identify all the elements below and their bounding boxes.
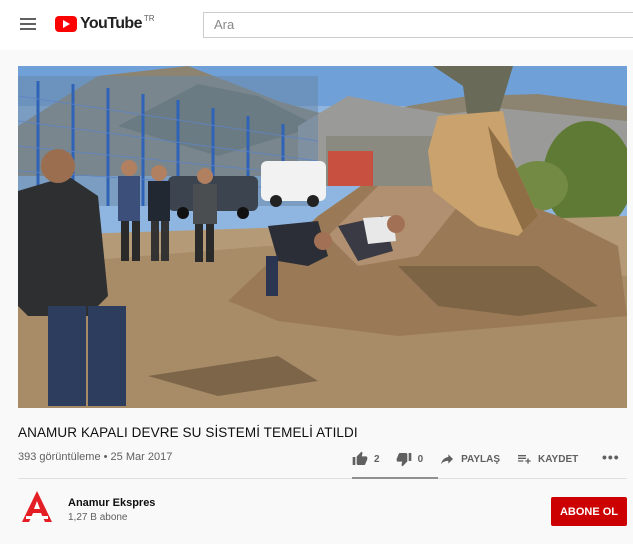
subscribe-button[interactable]: ABONE OL: [551, 497, 627, 526]
search-input[interactable]: Ara: [203, 12, 633, 38]
save-label: KAYDET: [538, 453, 579, 465]
channel-avatar[interactable]: [20, 490, 54, 524]
save-button[interactable]: KAYDET: [516, 451, 578, 467]
dislike-count: 0: [417, 453, 424, 465]
logo-text: YouTube: [80, 15, 142, 32]
top-bar: YouTube TR Ara: [0, 0, 633, 50]
video-meta: 393 görüntüleme • 25 Mar 2017: [18, 451, 172, 463]
hamburger-menu-icon[interactable]: [20, 17, 36, 31]
channel-name[interactable]: Anamur Ekspres: [68, 497, 155, 509]
share-button[interactable]: PAYLAŞ: [439, 451, 500, 467]
view-count: 393 görüntüleme: [18, 451, 101, 463]
like-count: 2: [374, 453, 380, 465]
thumbs-up-icon: [352, 451, 368, 467]
like-button[interactable]: 2: [352, 451, 380, 467]
youtube-logo[interactable]: YouTube TR: [55, 14, 155, 36]
subscriber-count: 1,27 B abone: [68, 512, 128, 523]
upload-date: 25 Mar 2017: [110, 451, 173, 463]
share-arrow-icon: [439, 451, 455, 467]
video-title: ANAMUR KAPALI DEVRE SU SİSTEMİ TEMELİ AT…: [18, 425, 358, 440]
channel-logo-icon: [22, 491, 52, 522]
video-player[interactable]: [18, 66, 627, 408]
divider: [18, 478, 627, 479]
share-label: PAYLAŞ: [461, 453, 501, 465]
video-actions: 2 0 PAYLAŞ KAYDET: [352, 447, 594, 471]
youtube-play-icon: [55, 16, 77, 32]
meta-separator: •: [103, 451, 108, 463]
country-code: TR: [143, 14, 155, 23]
thumbs-down-icon: [396, 451, 412, 467]
video-frame: [18, 66, 627, 408]
like-ratio-bar: [352, 477, 438, 479]
dislike-button[interactable]: 0: [396, 451, 424, 467]
playlist-add-icon: [516, 451, 532, 467]
more-options-icon[interactable]: •••: [602, 449, 620, 465]
